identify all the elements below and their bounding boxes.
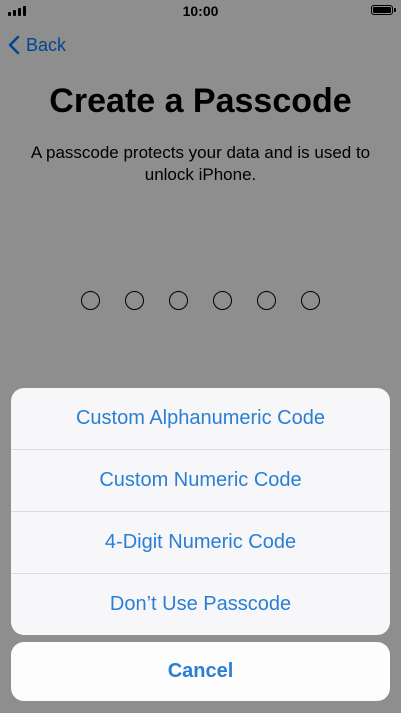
four-digit-numeric-code-option[interactable]: 4-Digit Numeric Code: [11, 511, 390, 573]
custom-numeric-code-option[interactable]: Custom Numeric Code: [11, 449, 390, 511]
cancel-button[interactable]: Cancel: [11, 642, 390, 701]
custom-alphanumeric-code-option[interactable]: Custom Alphanumeric Code: [11, 388, 390, 449]
passcode-options-sheet: Custom Alphanumeric Code Custom Numeric …: [11, 388, 390, 635]
dont-use-passcode-option[interactable]: Don’t Use Passcode: [11, 573, 390, 635]
